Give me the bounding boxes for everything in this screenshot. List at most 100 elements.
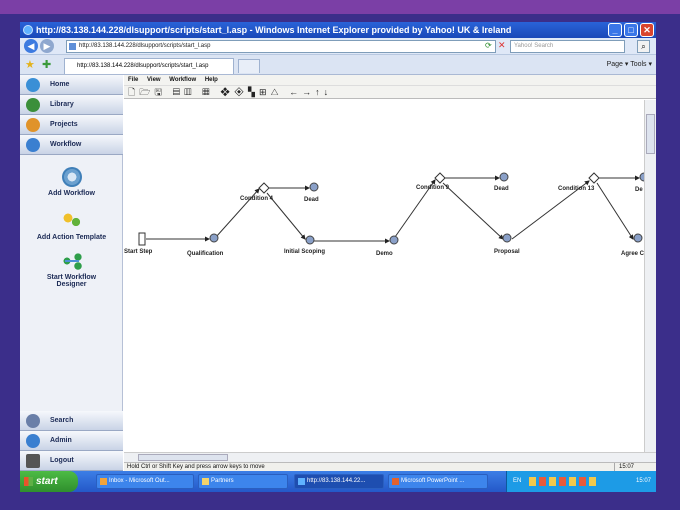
task-label: Microsoft PowerPoint ... [401,478,465,484]
workflow-node-label: Agree Co [621,251,644,257]
search-go-button[interactable]: ⌕ [637,40,650,53]
vertical-scrollbar[interactable] [644,100,656,452]
sidebar-item-admin[interactable]: Admin [20,431,123,451]
logout-icon [26,454,40,468]
taskbar-item-powerpoint[interactable]: Microsoft PowerPoint ... [388,474,488,489]
clock: 15:07 [635,478,651,484]
url-input[interactable]: http://83.138.144.228/dlsupport/scripts/… [66,40,496,53]
new-tab-button[interactable] [238,59,260,73]
workflow-node-step[interactable]: Dead [494,172,509,192]
start-label: start [36,476,58,487]
language-indicator[interactable]: EN [513,478,521,484]
maximize-button[interactable]: □ [624,23,638,37]
scroll-thumb[interactable] [138,454,228,461]
condition-diamond-icon [588,172,600,184]
condition-diamond-icon [434,172,446,184]
menu-bar: File View Workflow Help [124,75,656,86]
outlook-icon [100,478,107,485]
browser-window: http://83.138.144.228/dlsupport/scripts/… [20,22,656,492]
stop-icon[interactable]: ✕ [498,40,506,51]
workflow-node-label: Dead [304,197,319,203]
workflow-node-start[interactable]: Start Step [124,232,153,255]
workflow-diagram[interactable]: Start Step Qualification Condition 4 Dead In… [124,100,644,452]
start-button[interactable]: start [20,471,78,492]
search-icon [26,414,40,428]
task-label: Inbox - Microsoft Out... [109,478,170,484]
add-favorite-icon[interactable]: ✚ [42,58,51,71]
menu-help[interactable]: Help [205,77,218,83]
workflow-node-label: Qualification [187,251,224,257]
taskbar-item-partners[interactable]: Partners [198,474,288,489]
sidebar-item-search[interactable]: Search [20,411,123,431]
url-text: http://83.138.144.228/dlsupport/scripts/… [79,43,211,49]
start-workflow-designer-button[interactable]: Start Workflow Designer [20,251,123,288]
task-label: Partners [211,478,234,484]
tab-current[interactable]: http://83.138.144.228/dlsupport/scripts/… [64,58,234,74]
menu-workflow[interactable]: Workflow [169,77,196,83]
sidebar-item-home[interactable]: Home [20,75,123,95]
sidebar-item-label: Home [50,81,70,88]
taskbar-item-browser[interactable]: http://83.138.144.22... [294,474,384,489]
workflow-node-condition[interactable]: Condition 4 [240,182,274,202]
minimize-button[interactable]: _ [608,23,622,37]
workflow-node-label: Condition 9 [416,185,450,191]
step-gear-icon [209,233,219,243]
add-workflow-button[interactable]: Add Workflow [20,167,123,197]
library-icon [26,98,40,112]
designer-toolbar[interactable]: 🗋🗁🖫 ▤▥ ▦ ❖◈▚⊞△ ←→↑↓ [124,86,656,99]
sidebar-item-label: Library [50,101,74,108]
admin-icon [26,434,40,448]
workflow-node-step[interactable]: Demo [376,235,399,257]
workflow-nodes[interactable]: Start Step Qualification Condition 4 Dead In… [124,172,644,257]
address-bar: ◀ ▶ http://83.138.144.228/dlsupport/scri… [20,38,656,55]
workflow-node-step[interactable]: De [635,172,644,193]
connector [596,182,634,240]
workflow-node-condition[interactable]: Condition 9 [416,172,450,191]
step-gear-icon [305,235,315,245]
step-gear-icon [309,182,319,192]
favorites-icon[interactable]: ★ [25,58,35,71]
windows-flag-icon [24,477,33,486]
sidebar: Home Library Projects Workflow Add Workf… [20,75,123,471]
scroll-thumb[interactable] [646,114,655,154]
workflow-canvas[interactable]: Start Step Qualification Condition 4 Dead In… [124,100,644,452]
gear-icon [61,167,82,187]
ie-icon [298,478,305,485]
workflow-node-step[interactable]: Qualification [187,233,224,257]
step-gear-icon [633,233,643,243]
search-input[interactable]: Yahoo! Search [510,40,625,53]
status-time: 15:07 [613,463,634,471]
back-button[interactable]: ◀ [24,39,38,53]
add-action-template-button[interactable]: Add Action Template [20,211,123,241]
step-gear-icon [389,235,399,245]
panel-item-label: Start Workflow Designer [46,274,97,288]
sidebar-item-workflow[interactable]: Workflow [20,135,123,155]
start-step-icon [138,232,146,246]
workflow-icon [26,138,40,152]
tab-bar: ★ ✚ http://83.138.144.228/dlsupport/scri… [20,55,656,75]
people-icon [61,211,82,231]
sidebar-item-library[interactable]: Library [20,95,123,115]
status-message: Hold Ctrl or Shift Key and press arrow k… [127,464,265,470]
sidebar-item-logout[interactable]: Logout [20,451,123,471]
menu-view[interactable]: View [147,77,161,83]
forward-button[interactable]: ▶ [40,39,54,53]
workflow-node-label: Proposal [494,249,520,255]
sidebar-item-label: Search [50,417,74,424]
close-button[interactable]: ✕ [640,23,654,37]
horizontal-scrollbar[interactable] [124,452,656,462]
tab-label: http://83.138.144.228/dlsupport/scripts/… [77,63,209,69]
workflow-node-condition[interactable]: Condition 13 [558,172,600,192]
sidebar-item-label: Admin [50,437,72,444]
command-bar[interactable]: Page ▾ Tools ▾ [607,60,652,68]
page-icon [69,43,76,50]
sidebar-item-projects[interactable]: Projects [20,115,123,135]
menu-file[interactable]: File [128,77,138,83]
taskbar-item-outlook[interactable]: Inbox - Microsoft Out... [96,474,194,489]
workflow-node-label: De [635,187,643,193]
tray-icons[interactable] [529,477,599,486]
workflow-node-step[interactable]: Dead [304,182,319,203]
workflow-node-step[interactable]: Proposal [494,233,520,255]
refresh-icon[interactable]: ⟳ [485,41,492,50]
taskbar: start Inbox - Microsoft Out... Partners … [20,471,656,492]
